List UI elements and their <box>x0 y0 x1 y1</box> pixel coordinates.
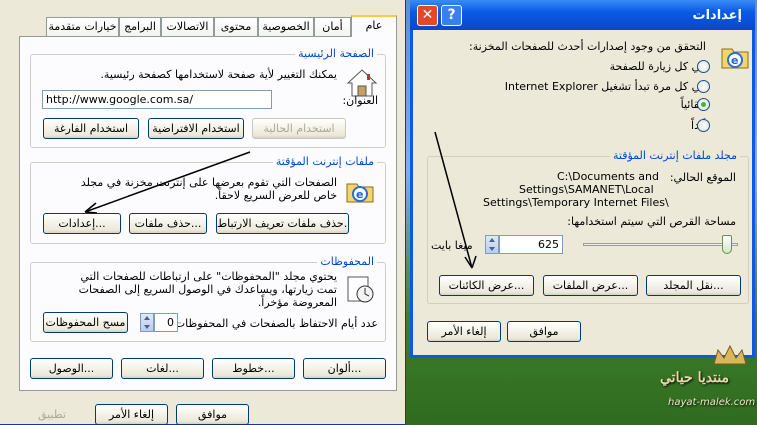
watermark-title: منتديا حياتي <box>660 370 730 386</box>
crown-icon <box>713 344 747 365</box>
annotation-arrow-left <box>84 151 251 213</box>
annotation-arrows <box>84 131 477 269</box>
tab-general[interactable]: عام <box>351 15 397 37</box>
annotation-arrow-right <box>434 131 473 269</box>
watermark-url: hayat-malek.com <box>668 397 756 408</box>
